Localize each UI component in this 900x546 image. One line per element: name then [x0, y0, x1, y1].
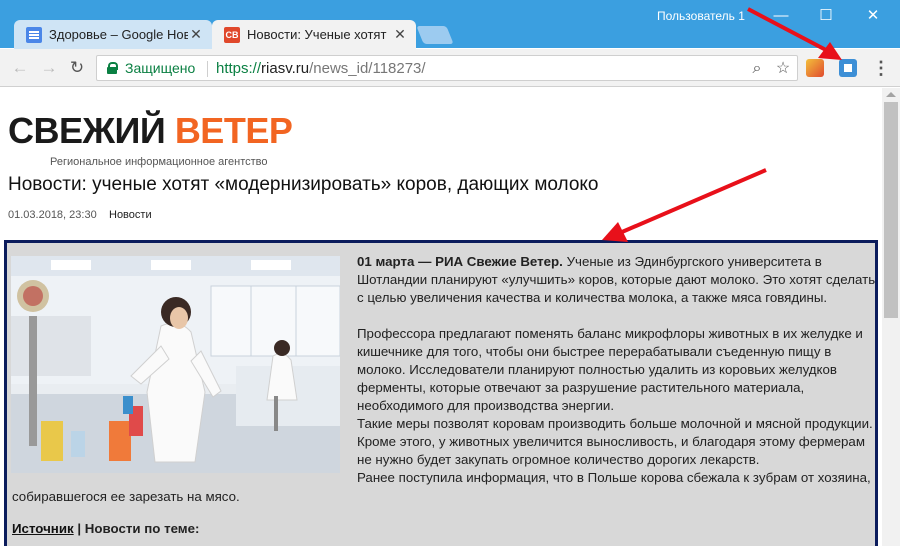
- site-tagline: Региональное информационное агентство: [50, 156, 268, 168]
- menu-dots-icon[interactable]: ⋮: [872, 57, 890, 79]
- web-page: СВЕЖИЙ ВЕТЕР Региональное информационное…: [0, 88, 882, 546]
- minimize-icon[interactable]: —: [766, 6, 796, 26]
- lead-bold: 01 марта — РИА Свежие Ветер.: [357, 254, 563, 269]
- extension-icon[interactable]: [839, 59, 857, 77]
- zoom-icon[interactable]: ⌕: [747, 59, 767, 79]
- article-body: 01 марта — РИА Свежие Ветер. Ученые из Э…: [4, 240, 878, 546]
- source-link[interactable]: Источник: [12, 521, 74, 536]
- article-footer: Источник | Новости по теме:: [12, 521, 199, 536]
- secure-label[interactable]: Защищено: [125, 60, 195, 76]
- article-paragraph: Такие меры позволят коровам производить …: [357, 416, 873, 467]
- tab-title: Новости: Ученые хотят: [247, 27, 387, 42]
- scroll-up-icon[interactable]: [886, 92, 896, 97]
- tab-health-news[interactable]: Здоровье – Google Нов ✕: [14, 20, 212, 49]
- lab-photo-illustration: [11, 256, 340, 473]
- page-title: Новости: ученые хотят «модернизировать» …: [8, 174, 599, 195]
- divider: [207, 61, 208, 77]
- article-photo: [11, 256, 340, 473]
- article-paragraph: Ранее поступила информация, что в Польше…: [357, 470, 871, 485]
- article-date: 01.03.2018, 23:30: [8, 209, 97, 221]
- article-paragraph: Професcора предлагают поменять баланс ми…: [357, 326, 863, 413]
- article-lead: 01 марта — РИА Свежие Ветер. Ученые из Э…: [357, 253, 877, 307]
- url-scheme: https://: [216, 60, 262, 77]
- window-close-icon[interactable]: ✕: [858, 6, 888, 26]
- scrollbar[interactable]: [882, 88, 900, 546]
- tab-title: Здоровье – Google Нов: [49, 27, 188, 42]
- extension-icon[interactable]: [806, 59, 824, 77]
- forward-arrow-icon[interactable]: →: [38, 57, 60, 79]
- url-host: riasv.ru: [261, 60, 310, 77]
- address-bar[interactable]: Защищено https://riasv.ru/news_id/118273…: [96, 55, 798, 81]
- back-arrow-icon[interactable]: ←: [9, 57, 31, 79]
- lock-icon: [107, 62, 118, 74]
- article-paragraph-continuation: собиравшегося ее зарезать на мясо.: [12, 489, 240, 504]
- maximize-icon[interactable]: ☐: [811, 6, 841, 26]
- tab-article[interactable]: CB Новости: Ученые хотят ✕: [212, 20, 416, 49]
- google-news-icon: [26, 26, 42, 43]
- reload-icon[interactable]: ↻: [66, 57, 88, 79]
- url-text[interactable]: https://riasv.ru/news_id/118273/: [216, 60, 426, 77]
- profile-button[interactable]: Пользователь 1: [657, 9, 745, 23]
- browser-titlebar: Здоровье – Google Нов ✕ CB Новости: Учен…: [0, 0, 900, 49]
- site-logo[interactable]: СВЕЖИЙ ВЕТЕР: [8, 110, 293, 152]
- browser-toolbar: ← → ↻ Защищено https://riasv.ru/news_id/…: [0, 49, 900, 87]
- url-path: /news_id/118273/: [309, 60, 426, 77]
- scroll-thumb[interactable]: [884, 102, 898, 318]
- new-tab-button[interactable]: [416, 26, 454, 44]
- article-text: 01 марта — РИА Свежие Ветер. Ученые из Э…: [357, 253, 877, 487]
- article-category[interactable]: Новости: [109, 209, 152, 221]
- site-favicon: CB: [224, 26, 240, 43]
- close-icon[interactable]: ✕: [392, 26, 408, 43]
- logo-word: ВЕТЕР: [174, 110, 293, 151]
- logo-word: СВЕЖИЙ: [8, 110, 166, 151]
- close-icon[interactable]: ✕: [188, 26, 204, 43]
- star-icon[interactable]: ☆: [773, 59, 793, 79]
- related-label: | Новости по теме:: [73, 521, 200, 536]
